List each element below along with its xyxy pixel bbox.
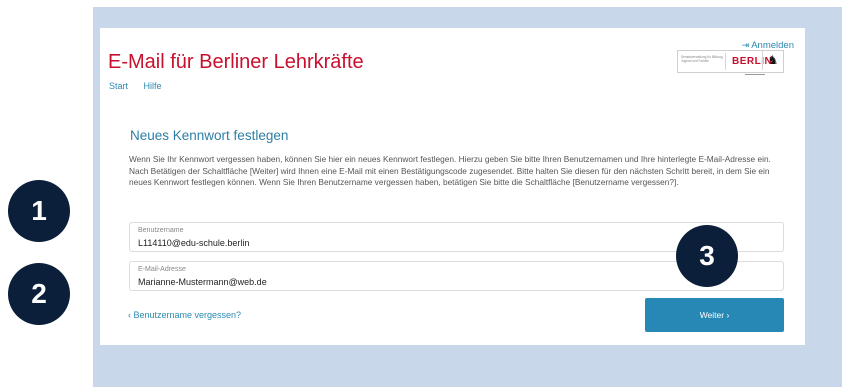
email-value[interactable]: Marianne-Mustermann@web.de xyxy=(138,277,267,287)
logo-divider xyxy=(745,74,765,75)
username-label: Benutzername xyxy=(138,227,184,234)
next-button[interactable]: Weiter › xyxy=(645,298,784,332)
department-text: Senatsverwaltung für Bildung, Jugend und… xyxy=(678,53,726,70)
forgot-username-link[interactable]: ‹ Benutzername vergessen? xyxy=(128,310,241,320)
username-value[interactable]: L114110@edu-schule.berlin xyxy=(138,238,249,248)
step-badge-3: 3 xyxy=(676,225,738,287)
email-label: E-Mail-Adresse xyxy=(138,266,186,273)
berlin-bear-icon: ♞ xyxy=(762,51,783,70)
top-nav: Start Hilfe xyxy=(109,81,175,91)
login-arrow-icon: ⇥ xyxy=(741,40,750,50)
page-title: E-Mail für Berliner Lehrkräfte xyxy=(108,51,364,73)
section-heading: Neues Kennwort festlegen xyxy=(130,128,289,143)
step-badge-2: 2 xyxy=(8,263,70,325)
nav-start-link[interactable]: Start xyxy=(109,81,128,91)
berlin-logo: Senatsverwaltung für Bildung, Jugend und… xyxy=(677,50,784,73)
page-card: E-Mail für Berliner Lehrkräfte Start Hil… xyxy=(100,28,805,345)
description-text: Wenn Sie Ihr Kennwort vergessen haben, k… xyxy=(129,154,771,187)
nav-help-link[interactable]: Hilfe xyxy=(144,81,162,91)
step-badge-1: 1 xyxy=(8,180,70,242)
